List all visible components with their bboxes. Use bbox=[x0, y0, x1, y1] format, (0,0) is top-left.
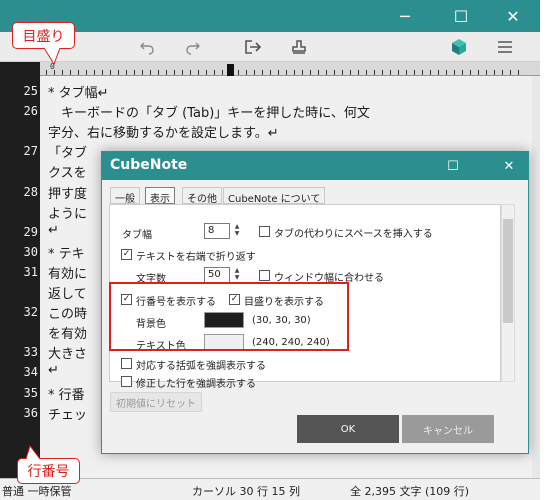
text-line: を有効 bbox=[48, 327, 88, 343]
text-line: キーボードの「タブ (Tab)」キーを押した時に、何文 bbox=[48, 106, 370, 122]
line-number-callout: 行番号 bbox=[17, 458, 80, 484]
line-number: 32 bbox=[23, 305, 38, 320]
dialog-close-button[interactable]: ✕ bbox=[494, 152, 524, 180]
minimize-button[interactable]: ─ bbox=[386, 0, 424, 32]
ruler-callout: 目盛り bbox=[12, 22, 75, 49]
text-line: * タブ幅↵ bbox=[48, 86, 109, 101]
line-number: 31 bbox=[23, 264, 38, 279]
ruler-cursor-marker bbox=[227, 64, 234, 76]
undo-icon[interactable] bbox=[134, 35, 160, 59]
line-number: 27 bbox=[23, 144, 38, 159]
text-line: ↵ bbox=[48, 222, 59, 238]
dialog-scrollbar[interactable] bbox=[501, 204, 515, 382]
cancel-button[interactable]: キャンセル bbox=[402, 415, 494, 443]
tab-other[interactable]: その他 bbox=[182, 187, 222, 205]
status-bar: 普通 一時保管 カーソル 30 行 15 列 全 2,395 文字 (109 行… bbox=[0, 478, 540, 500]
use-spaces-label: タブの代わりにスペースを挿入する bbox=[274, 229, 433, 240]
reset-button[interactable]: 初期値にリセット bbox=[110, 392, 202, 412]
highlight-brackets-checkbox[interactable] bbox=[121, 358, 132, 369]
text-line: 押す度 bbox=[48, 186, 88, 202]
line-number: 33 bbox=[23, 345, 38, 360]
menu-icon[interactable] bbox=[492, 35, 518, 59]
text-line: 有効に bbox=[48, 266, 88, 282]
ok-button[interactable]: OK bbox=[297, 415, 399, 443]
status-count: 全 2,395 文字 (109 行) bbox=[350, 485, 470, 498]
ruler-ticks bbox=[46, 70, 526, 75]
line-number: 36 bbox=[23, 405, 38, 420]
text-line: ↵ bbox=[48, 363, 59, 379]
line-number: 29 bbox=[23, 224, 38, 239]
tab-width-label: タブ幅 bbox=[122, 230, 152, 241]
maximize-button[interactable]: ☐ bbox=[442, 0, 480, 32]
ruler: 0 bbox=[40, 62, 540, 76]
line-number: 28 bbox=[23, 184, 38, 199]
editor-scrollbar[interactable] bbox=[532, 76, 540, 478]
line-number: 25 bbox=[23, 84, 38, 98]
highlight-brackets-label: 対応する括弧を強調表示する bbox=[136, 361, 266, 372]
highlight-box bbox=[109, 282, 349, 351]
use-spaces-checkbox[interactable] bbox=[259, 226, 270, 237]
line-number: 35 bbox=[23, 385, 38, 400]
chars-input[interactable]: 50 bbox=[204, 267, 230, 283]
fit-window-checkbox[interactable] bbox=[259, 270, 270, 281]
text-line: チェッ bbox=[48, 407, 88, 423]
status-mode: 普通 一時保管 bbox=[2, 485, 72, 498]
text-line: ように bbox=[48, 206, 88, 222]
text-line: 「タブ bbox=[48, 146, 88, 162]
wrap-label: テキストを右端で折り返す bbox=[136, 252, 256, 263]
line-number: 34 bbox=[23, 365, 38, 380]
export-icon[interactable] bbox=[240, 35, 266, 59]
stamp-icon[interactable] bbox=[286, 35, 312, 59]
wrap-checkbox[interactable]: ✓ bbox=[121, 249, 132, 260]
toolbar bbox=[0, 32, 540, 62]
title-bar[interactable]: ─ ☐ ✕ bbox=[0, 0, 540, 32]
dialog-scroll-thumb[interactable] bbox=[503, 219, 513, 323]
dialog-title-bar[interactable]: CubeNote ☐ ✕ bbox=[102, 152, 528, 180]
text-line: 大きさ bbox=[48, 347, 88, 363]
close-button[interactable]: ✕ bbox=[494, 0, 532, 32]
text-line: この時 bbox=[48, 307, 88, 323]
highlight-modified-checkbox[interactable] bbox=[121, 376, 132, 387]
tab-width-spinner[interactable]: ▲ ▼ bbox=[232, 223, 242, 239]
tab-about[interactable]: CubeNote について bbox=[223, 187, 326, 205]
text-line: * テキ bbox=[48, 246, 85, 262]
text-line: * 行番 bbox=[48, 387, 85, 403]
status-cursor: カーソル 30 行 15 列 bbox=[192, 485, 300, 498]
dialog-maximize-button[interactable]: ☐ bbox=[438, 152, 468, 180]
tab-general[interactable]: 一般 bbox=[110, 187, 140, 205]
line-number-callout-pointer bbox=[25, 444, 41, 461]
line-number-gutter: 25 26 27 28 29 30 31 32 33 34 35 36 bbox=[0, 76, 40, 478]
cube-icon[interactable] bbox=[446, 35, 472, 59]
tab-display[interactable]: 表示 bbox=[145, 187, 175, 205]
tab-width-input[interactable]: 8 bbox=[204, 223, 230, 239]
chars-spinner[interactable]: ▲ ▼ bbox=[232, 267, 242, 283]
redo-icon[interactable] bbox=[180, 35, 206, 59]
ruler-callout-pointer bbox=[43, 46, 61, 66]
text-line: 字分、右に移動するかを設定します。↵ bbox=[48, 126, 279, 142]
line-number: 26 bbox=[23, 104, 38, 119]
text-line: 返して bbox=[48, 287, 87, 302]
line-number: 30 bbox=[23, 244, 38, 259]
text-line: クスを bbox=[48, 166, 87, 182]
highlight-modified-label: 修正した行を強調表示する bbox=[136, 379, 256, 390]
dialog-title: CubeNote bbox=[110, 157, 188, 173]
